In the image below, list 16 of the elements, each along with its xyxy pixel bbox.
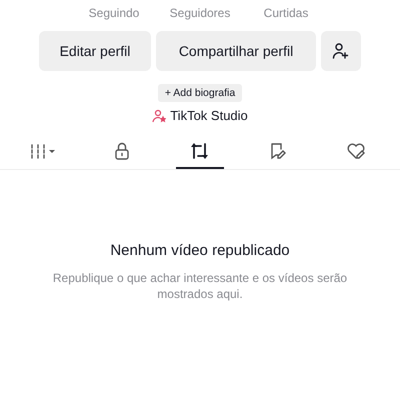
- repost-icon: [190, 142, 210, 160]
- add-person-icon: [332, 42, 350, 60]
- stat-label: Seguindo: [88, 6, 140, 20]
- add-friend-button[interactable]: [321, 31, 361, 71]
- lock-icon: [114, 142, 130, 160]
- add-bio-button[interactable]: + Add biografia: [158, 84, 242, 102]
- hidden-heart-icon: [346, 142, 366, 160]
- empty-message: Republique o que achar interessante e os vídeos serão mostrados aqui.: [52, 270, 348, 302]
- edit-profile-button[interactable]: Editar perfil: [39, 31, 151, 71]
- person-star-icon: [152, 108, 166, 122]
- empty-title: Nenhum vídeo republicado: [110, 242, 290, 259]
- tagged-icon: [269, 142, 287, 160]
- stat-label: Curtidas: [264, 6, 308, 20]
- studio-link[interactable]: TikTok Studio: [152, 108, 248, 123]
- stat-label: Seguidores: [170, 6, 230, 20]
- share-profile-button[interactable]: Compartilhar perfil: [156, 31, 316, 71]
